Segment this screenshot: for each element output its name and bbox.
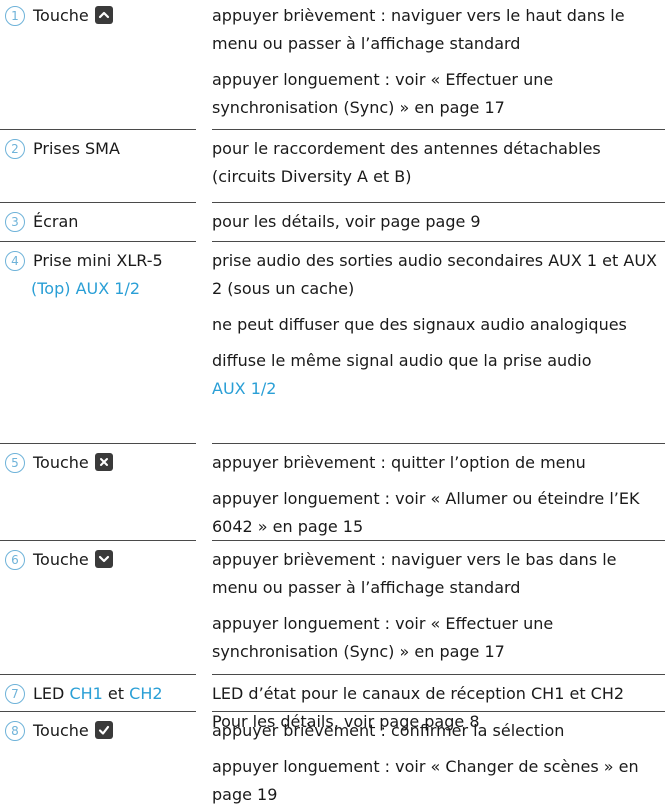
item-description-cell: appuyer brièvement : quitter l’option de… (212, 449, 662, 541)
item-description-cell: pour le raccordement des antennes détach… (212, 135, 662, 191)
item-label-conjunction: et (107, 684, 125, 703)
check-icon (94, 721, 113, 739)
item-number: 4 (5, 251, 25, 271)
item-label: Touche (33, 6, 89, 25)
item-description-cell: prise audio des sorties audio secondaire… (212, 247, 662, 403)
ch1-link[interactable]: CH1 (69, 684, 102, 703)
item-label-cell: 3 Écran (0, 208, 205, 236)
item-label-cell: 1 Touche (0, 2, 205, 30)
item-label: Touche (33, 550, 89, 569)
row-divider (0, 129, 196, 130)
description-text: appuyer brièvement : quitter l’option de… (212, 453, 586, 472)
item-number: 6 (5, 550, 25, 570)
item-description-cell: appuyer brièvement : confirmer la sélect… (212, 717, 662, 809)
row-divider (212, 202, 665, 203)
item-number: 3 (5, 212, 25, 232)
aux-link[interactable]: AUX 1/2 (212, 379, 276, 398)
description-text: appuyer longuement : voir « Changer de s… (212, 757, 639, 804)
item-number: 1 (5, 6, 25, 26)
description-text: appuyer longuement : voir « Effectuer un… (212, 614, 554, 661)
description-text: appuyer brièvement : naviguer vers le ba… (212, 550, 617, 597)
row-divider (212, 711, 665, 712)
item-label: Prises SMA (33, 139, 120, 158)
description-text: appuyer brièvement : confirmer la sélect… (212, 721, 565, 740)
description-text: pour le raccordement des antennes détach… (212, 139, 601, 186)
item-label-cell: 7 LED CH1 et CH2 (0, 680, 205, 708)
item-label-cell: 4 Prise mini XLR-5 (Top) AUX 1/2 (0, 247, 205, 303)
description-text: diffuse le même signal audio que la pris… (212, 351, 592, 398)
description-text: appuyer longuement : voir « Effectuer un… (212, 70, 554, 117)
item-label-cell: 8 Touche (0, 717, 205, 745)
item-label-cell: 5 Touche (0, 449, 205, 477)
item-label-cell: 6 Touche (0, 546, 205, 574)
ch2-link[interactable]: CH2 (129, 684, 162, 703)
item-label-link[interactable]: (Top) AUX 1/2 (31, 275, 205, 303)
item-label: Touche (33, 453, 89, 472)
description-text: prise audio des sorties audio secondaire… (212, 251, 657, 298)
item-number: 5 (5, 453, 25, 473)
item-description-cell: appuyer brièvement : naviguer vers le ba… (212, 546, 662, 666)
item-label: LED (33, 684, 65, 703)
description-text: appuyer longuement : voir « Allumer ou é… (212, 489, 640, 536)
item-label-cell: 2 Prises SMA (0, 135, 205, 163)
row-divider (212, 443, 665, 444)
item-number: 7 (5, 684, 25, 704)
chevron-up-icon (94, 6, 113, 24)
chevron-down-icon (94, 550, 113, 568)
close-icon (94, 453, 113, 471)
item-number: 2 (5, 139, 25, 159)
row-divider (0, 711, 196, 712)
row-divider (212, 540, 665, 541)
item-label: Touche (33, 721, 89, 740)
row-divider (0, 674, 196, 675)
row-divider (0, 443, 196, 444)
row-divider (212, 129, 665, 130)
row-divider (212, 241, 665, 242)
item-label: Prise mini XLR-5 (33, 251, 163, 270)
description-text: pour les détails, voir page page 9 (212, 212, 481, 231)
row-divider (0, 202, 196, 203)
row-divider (212, 674, 665, 675)
item-description-cell: appuyer brièvement : naviguer vers le ha… (212, 2, 662, 122)
item-label: Écran (33, 212, 79, 231)
description-text: ne peut diffuser que des signaux audio a… (212, 315, 627, 334)
item-description-cell: pour les détails, voir page page 9 (212, 208, 662, 236)
row-divider (0, 241, 196, 242)
row-divider (0, 540, 196, 541)
description-text: appuyer brièvement : naviguer vers le ha… (212, 6, 625, 53)
item-number: 8 (5, 721, 25, 741)
